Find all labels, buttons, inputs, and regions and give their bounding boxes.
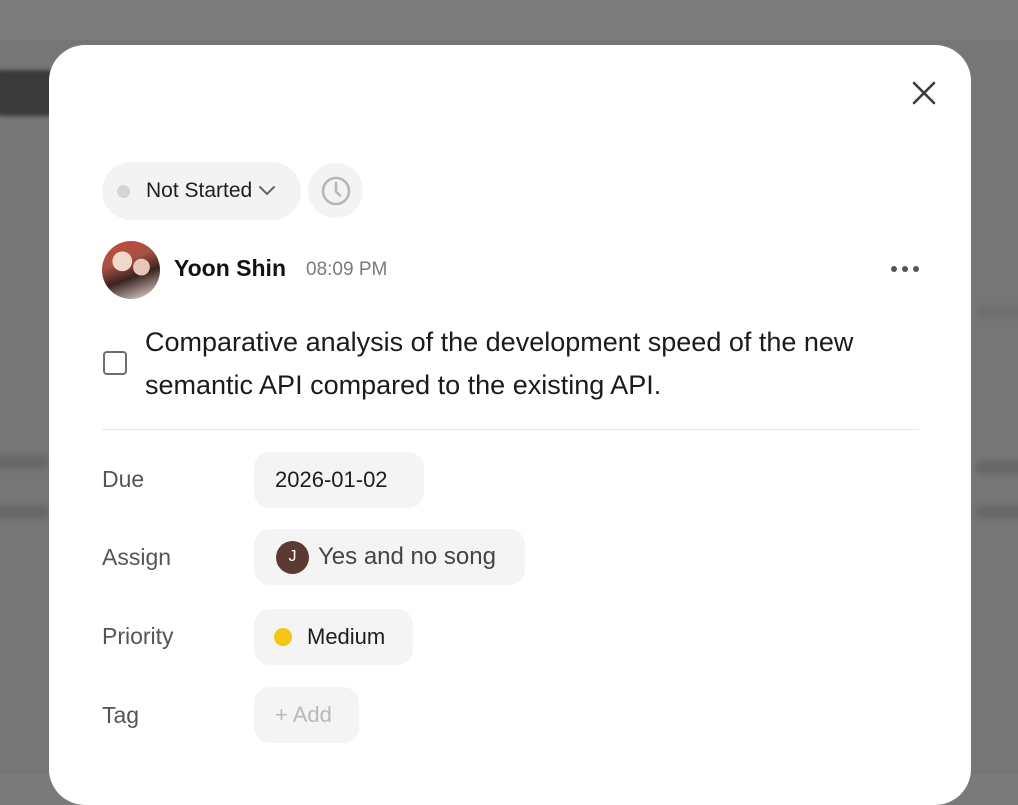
more-horizontal-icon: [891, 266, 919, 272]
close-button[interactable]: [907, 76, 941, 110]
task-checkbox[interactable]: [103, 351, 127, 375]
assign-label: Assign: [102, 544, 172, 570]
priority-value: Medium: [307, 624, 386, 649]
assignee-avatar: J: [276, 540, 309, 574]
task-detail-modal: Not Started Yoon Shin 08:09 PM Comparati…: [49, 45, 971, 805]
task-description[interactable]: Comparative analysis of the development …: [145, 321, 935, 407]
status-dot: [117, 184, 130, 198]
background-text: [975, 460, 1018, 474]
priority-label: Priority: [102, 623, 174, 649]
background-text: [975, 505, 1018, 519]
due-label: Due: [102, 466, 145, 492]
add-tag-button[interactable]: + Add: [254, 687, 359, 743]
background-topbar: [0, 0, 1018, 40]
priority-field[interactable]: Medium: [254, 609, 413, 665]
reminder-button[interactable]: [308, 163, 363, 218]
background-text: [0, 505, 50, 519]
comment-timestamp: 08:09 PM: [306, 259, 388, 280]
status-dropdown[interactable]: Not Started: [102, 162, 301, 220]
background-text: [975, 305, 1018, 319]
author-avatar[interactable]: [102, 241, 160, 299]
tag-label: Tag: [102, 702, 140, 728]
background-text: [0, 455, 50, 469]
assignee-field[interactable]: J Yes and no song: [254, 529, 525, 585]
author-name: Yoon Shin: [174, 255, 287, 281]
priority-dot: [274, 628, 292, 646]
close-icon: [912, 81, 936, 105]
due-date-field[interactable]: 2026-01-02: [254, 452, 424, 508]
divider: [102, 429, 919, 430]
chevron-down-icon: [258, 185, 276, 197]
clock-icon: [321, 176, 350, 205]
more-options-button[interactable]: [887, 259, 923, 279]
assignee-name: Yes and no song: [318, 543, 496, 570]
status-label: Not Started: [146, 179, 253, 202]
